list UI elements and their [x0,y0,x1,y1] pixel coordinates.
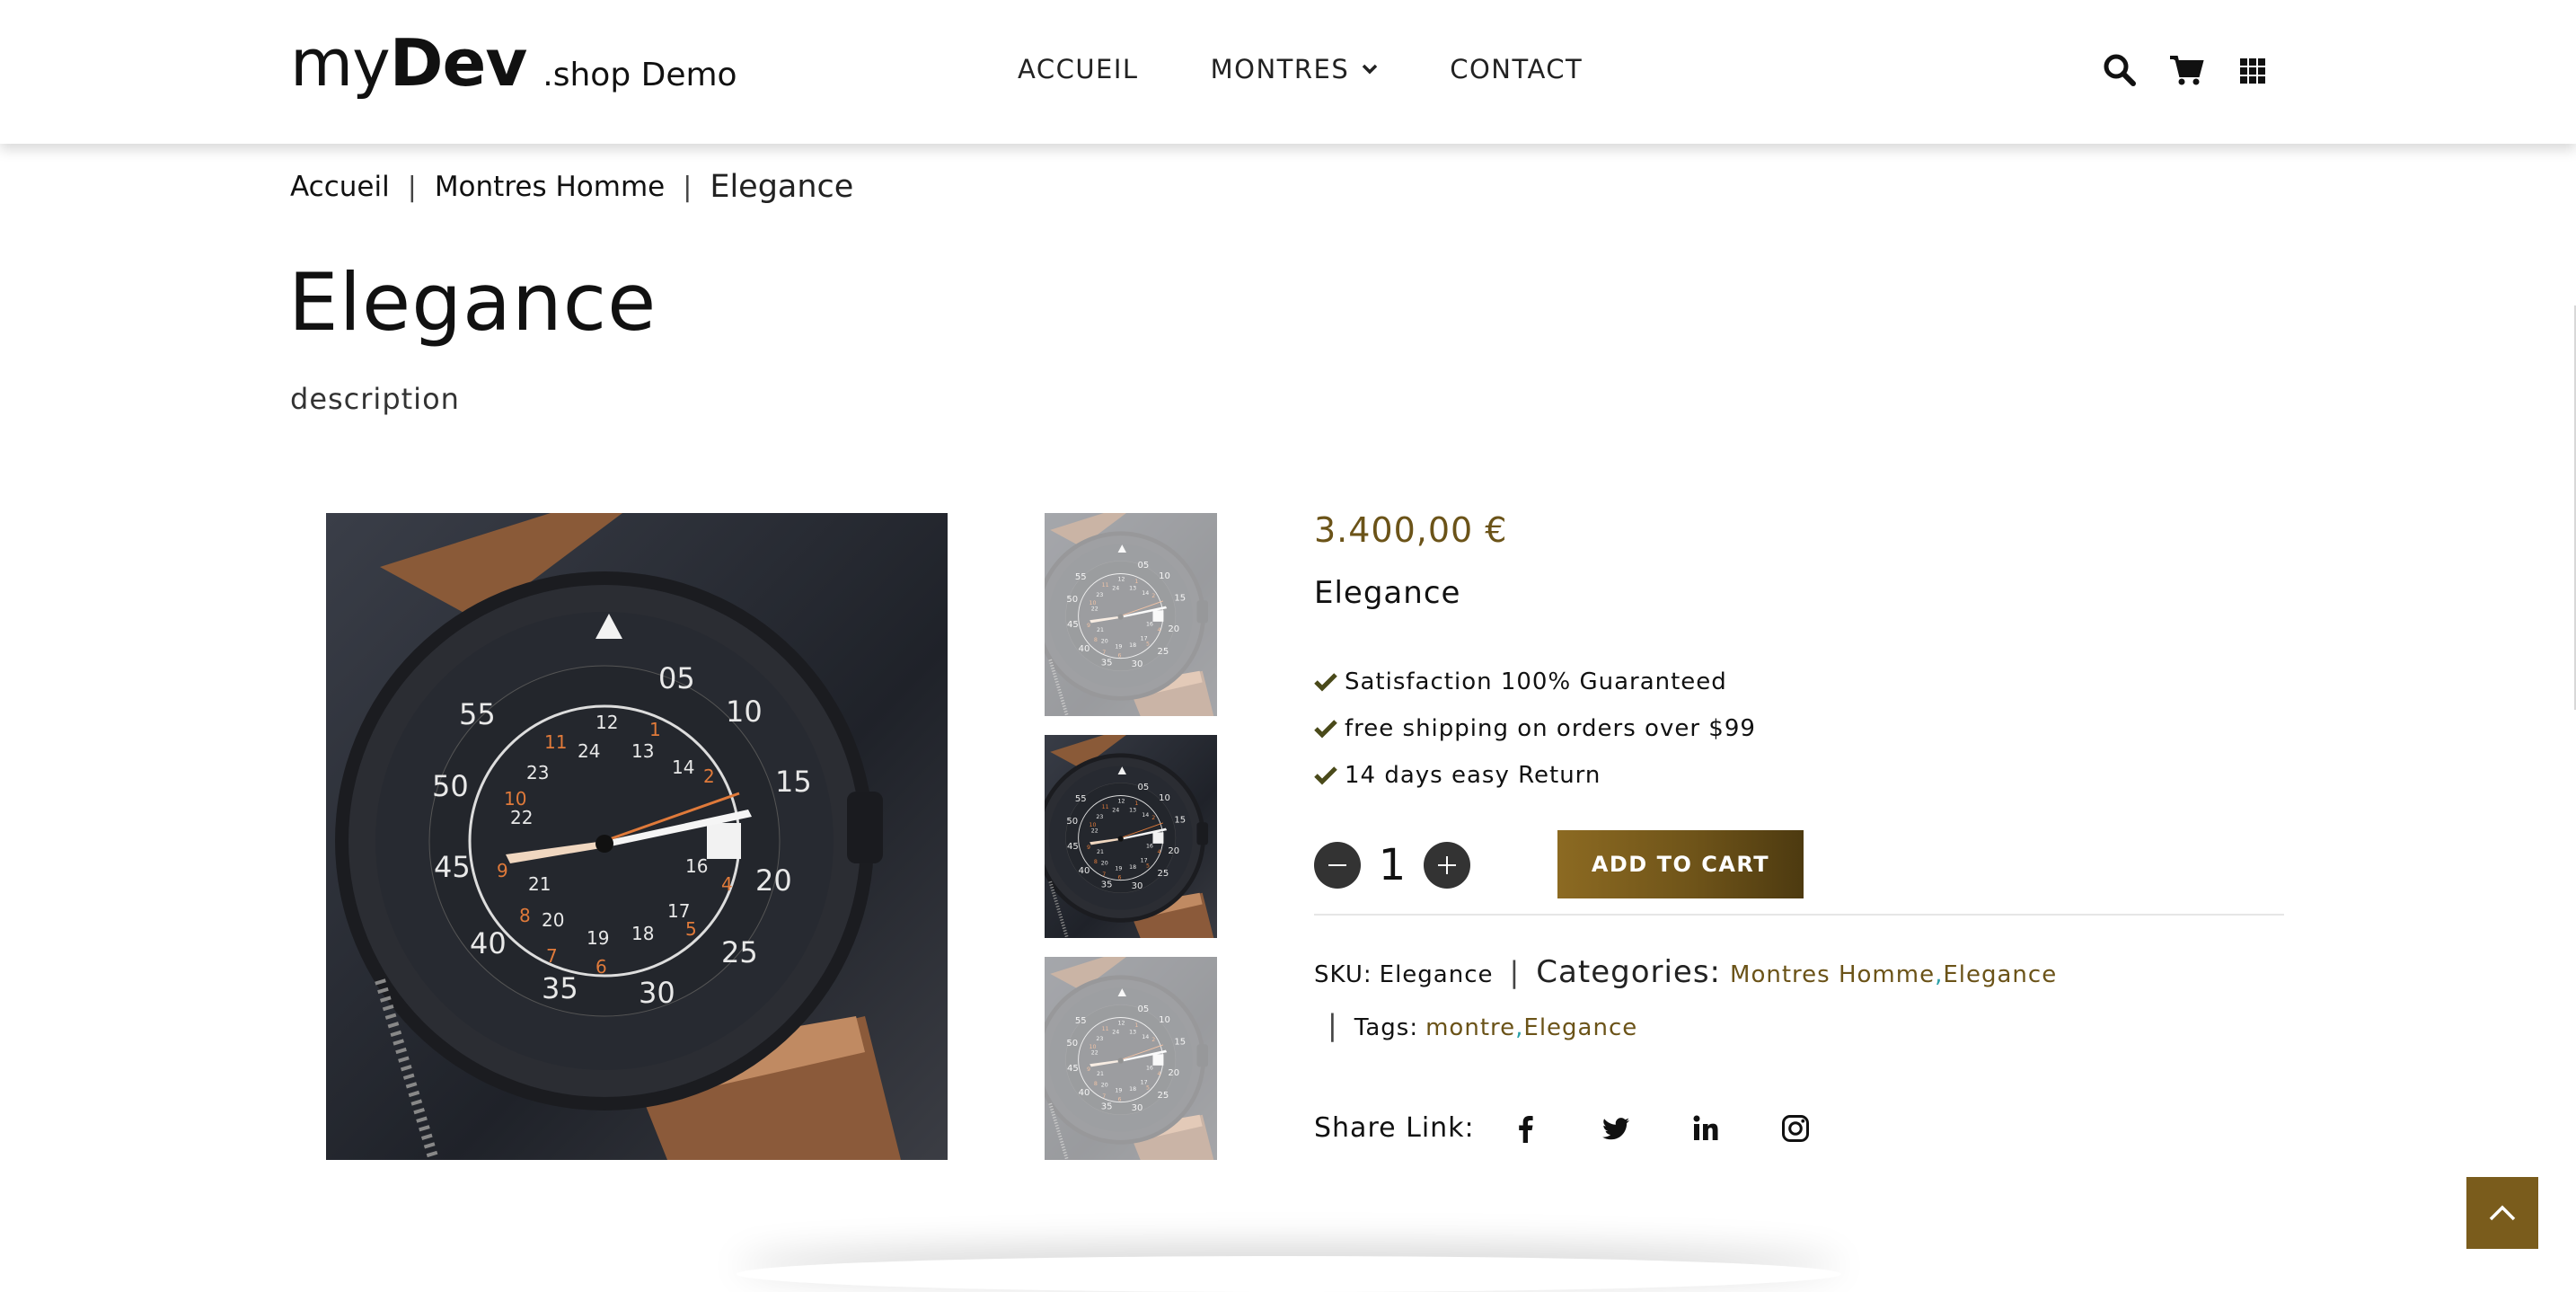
quantity-value[interactable]: 1 [1361,840,1424,890]
nav-label: MONTRES [1210,54,1350,84]
instagram-icon[interactable] [1780,1113,1811,1144]
decrease-quantity-button[interactable] [1314,842,1361,889]
list-item: 14 days easy Return [1314,752,1756,799]
product-thumbnail-active[interactable] [1045,735,1217,938]
tag-link[interactable]: montre [1425,1014,1515,1041]
share-links: Share Link: [1314,1112,1811,1144]
check-icon [1314,673,1337,692]
increase-quantity-button[interactable] [1424,842,1470,889]
category-link[interactable]: Montres Homme [1730,961,1935,988]
product-thumbnail[interactable] [1045,513,1217,716]
categories-label: Categories: [1536,954,1722,990]
site-header: my Dev .shop Demo ACCUEIL MONTRES CONTAC… [0,0,2576,144]
quantity-stepper: 1 [1314,840,1470,890]
facebook-icon[interactable] [1511,1113,1541,1144]
breadcrumb-separator: | [407,171,417,203]
meta-separator: | [1509,955,1521,989]
footer-shadow [737,1256,1841,1292]
feature-list: Satisfaction 100% Guaranteed free shippi… [1314,659,1756,799]
main-nav: ACCUEIL MONTRES CONTACT [1018,54,1583,84]
back-to-top-button[interactable] [2466,1177,2538,1249]
chevron-up-icon [2489,1205,2516,1221]
breadcrumb-current: Elegance [710,169,854,205]
check-icon [1314,766,1337,785]
list-separator: , [1515,1014,1524,1041]
chevron-down-icon [1362,64,1378,75]
divider [1314,914,2284,916]
share-label: Share Link: [1314,1112,1475,1144]
product-price: 3.400,00 € [1314,510,1508,550]
linkedin-icon[interactable] [1690,1113,1721,1144]
page-description: description [290,382,460,416]
meta-separator: | [1328,1008,1338,1042]
cart-icon[interactable] [2168,52,2204,88]
nav-item-montres[interactable]: MONTRES [1211,54,1379,84]
product-main-image[interactable] [326,513,948,1160]
feature-text: free shipping on orders over $99 [1345,715,1756,742]
header-actions [2102,52,2271,88]
minus-icon [1328,864,1346,866]
twitter-icon[interactable] [1601,1113,1631,1144]
list-item: free shipping on orders over $99 [1314,705,1756,752]
list-separator: , [1935,961,1944,988]
site-logo[interactable]: my Dev .shop Demo [290,25,737,101]
logo-dev: Dev [389,25,528,101]
tags-label: Tags: [1354,1014,1419,1041]
add-to-cart-button[interactable]: ADD TO CART [1557,830,1804,898]
nav-item-accueil[interactable]: ACCUEIL [1018,54,1139,84]
plus-icon [1438,856,1456,874]
feature-text: 14 days easy Return [1345,762,1601,789]
tag-link[interactable]: Elegance [1523,1014,1637,1041]
check-icon [1314,720,1337,739]
product-tags: | Tags: montre, Elegance [1328,1008,1637,1042]
logo-my: my [290,25,391,101]
feature-text: Satisfaction 100% Guaranteed [1345,668,1727,695]
category-link[interactable]: Elegance [1943,961,2057,988]
breadcrumb: Accueil | Montres Homme | Elegance [290,169,853,205]
product-meta: SKU: Elegance | Categories: Montres Homm… [1314,954,2057,990]
nav-label: ACCUEIL [1018,54,1139,84]
page-title: Elegance [288,256,657,349]
grid-menu-icon[interactable] [2235,52,2271,88]
sku-value: Elegance [1379,961,1494,988]
breadcrumb-separator: | [683,171,693,203]
nav-label: CONTACT [1450,54,1584,84]
product-name: Elegance [1314,575,1461,611]
sku-label: SKU: [1314,961,1372,988]
breadcrumb-accueil[interactable]: Accueil [290,171,390,203]
search-icon[interactable] [2102,52,2138,88]
list-item: Satisfaction 100% Guaranteed [1314,659,1756,705]
product-thumbnail[interactable] [1045,957,1217,1160]
logo-shop-demo: .shop Demo [543,57,737,93]
breadcrumb-montres-homme[interactable]: Montres Homme [435,171,665,203]
nav-item-contact[interactable]: CONTACT [1450,54,1583,84]
